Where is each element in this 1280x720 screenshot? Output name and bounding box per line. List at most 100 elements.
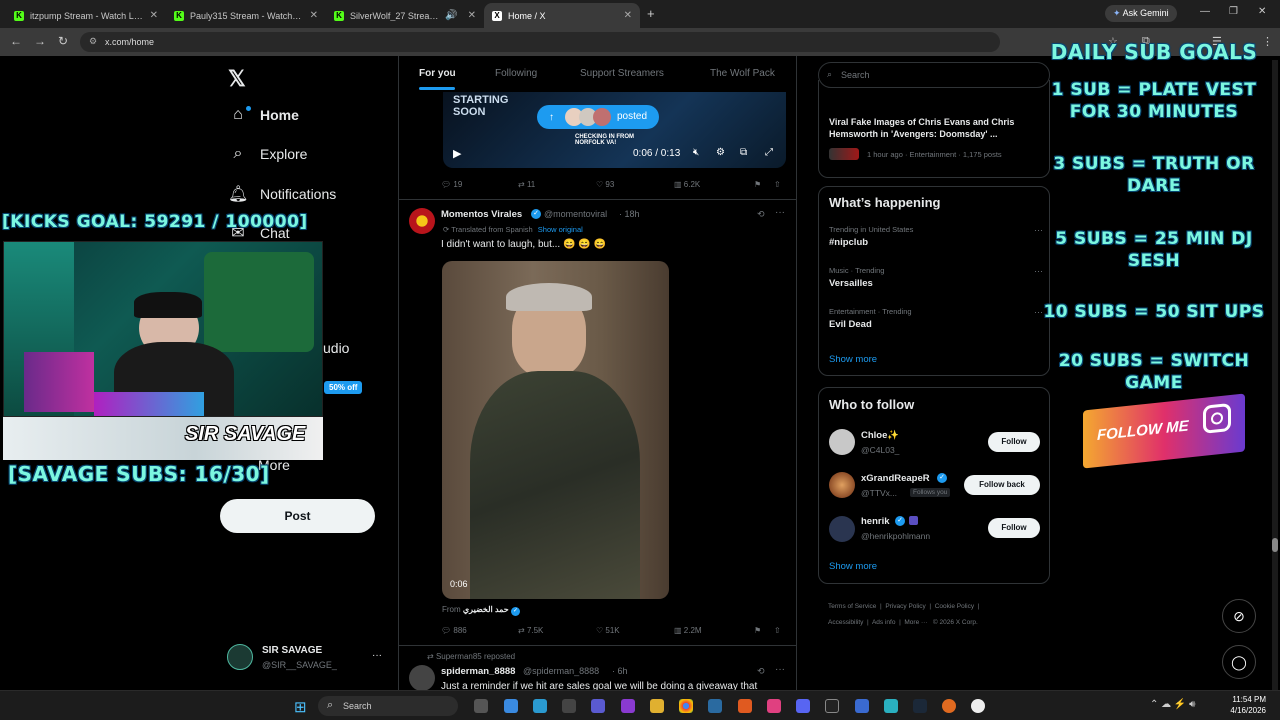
fullscreen-icon[interactable]: ⤢ <box>765 147 773 158</box>
follow-button[interactable]: Follow <box>988 432 1040 452</box>
trend-item[interactable]: Music · Trending Versailles ··· <box>829 266 1043 289</box>
more-dots-icon[interactable]: ··· <box>775 664 785 675</box>
account-name[interactable]: SIR SAVAGE <box>262 645 322 656</box>
like-button[interactable]: ♡ 51K <box>596 626 620 635</box>
mute-icon[interactable]: 🔇︎ <box>693 147 699 158</box>
sidebar-item-explore[interactable]: ⌕ Explore <box>228 145 308 163</box>
share-icon[interactable]: ⇧ <box>774 626 781 635</box>
scrollbar-thumb[interactable] <box>1272 538 1278 552</box>
tweet-author-name[interactable]: spiderman_8888 <box>441 666 515 677</box>
repost-button[interactable]: ⇄ 11 <box>518 180 535 189</box>
avatar[interactable] <box>829 429 855 455</box>
account-name[interactable]: Chloe✨ <box>861 430 899 441</box>
grok-icon[interactable]: ⟲ <box>757 666 765 677</box>
app-icon[interactable] <box>825 699 839 713</box>
new-tab-icon[interactable]: + <box>647 6 655 21</box>
url-input[interactable]: ⚙ x.com/home <box>80 32 1000 52</box>
footer-link[interactable]: Cookie Policy <box>935 603 974 610</box>
repost-button[interactable]: ⇄ 7.5K <box>518 626 543 635</box>
tweet-time[interactable]: · 18h <box>619 209 640 219</box>
app-icon[interactable] <box>855 699 869 713</box>
sidebar-item-notifications[interactable]: 🔔︎ Notifications <box>228 184 336 204</box>
app-icon[interactable] <box>767 699 781 713</box>
browser-tab-2[interactable]: K Pauly315 Stream - Watch Live o ✕ <box>166 3 326 28</box>
app-icon[interactable] <box>533 699 547 713</box>
tweet-video[interactable]: 0:06 <box>442 261 669 599</box>
window-close-icon[interactable]: ✕ <box>1258 6 1266 17</box>
reply-button[interactable]: 💬︎ 886 <box>441 626 467 635</box>
more-dots-icon[interactable]: ··· <box>372 650 382 661</box>
app-icon[interactable] <box>562 699 576 713</box>
back-icon[interactable]: ← <box>10 34 22 48</box>
chrome-icon[interactable] <box>679 699 693 713</box>
like-button[interactable]: ♡ 93 <box>596 180 614 189</box>
messages-floating-icon[interactable]: ◯ <box>1222 645 1256 679</box>
footer-link[interactable]: Accessibility <box>828 619 863 626</box>
close-icon[interactable]: ✕ <box>310 10 318 21</box>
footer-link[interactable]: More ··· <box>904 619 927 626</box>
footer-link[interactable]: Terms of Service <box>828 603 876 610</box>
bookmark-icon[interactable]: ⚑ <box>754 626 761 635</box>
bookmark-icon[interactable]: ⚑ <box>754 180 761 189</box>
show-more-link[interactable]: Show more <box>829 354 877 365</box>
tab-wolf-pack[interactable]: The Wolf Pack <box>710 68 775 79</box>
browser-tab-1[interactable]: K itzpump Stream - Watch Live o ✕ <box>6 3 166 28</box>
footer-link[interactable]: Ads info <box>872 619 896 626</box>
minimize-icon[interactable]: — <box>1200 6 1210 17</box>
x-logo-icon[interactable]: 𝕏 <box>228 66 246 92</box>
account-name[interactable]: xGrandReapeR <box>861 473 930 484</box>
app-icon[interactable] <box>708 699 722 713</box>
tweet-author-handle[interactable]: @spiderman_8888 <box>523 666 599 676</box>
show-original-link[interactable]: Show original <box>538 225 583 234</box>
app-icon[interactable] <box>621 699 635 713</box>
ask-gemini-button[interactable]: ✦ Ask Gemini <box>1105 5 1177 22</box>
account-avatar[interactable] <box>227 644 253 670</box>
settings-icon[interactable]: ⚙ <box>716 147 725 158</box>
share-icon[interactable]: ⇧ <box>774 180 781 189</box>
file-explorer-icon[interactable] <box>650 699 664 713</box>
avatar[interactable] <box>409 665 435 690</box>
browser-tab-3[interactable]: K SilverWolf_27 Stream - Watc 🔊 ✕ <box>326 3 484 28</box>
app-icon[interactable] <box>738 699 752 713</box>
tray-icons[interactable]: ⌃ ☁ ⚡ 🔊︎ <box>1150 699 1195 710</box>
grok-floating-icon[interactable]: ⊘ <box>1222 599 1256 633</box>
app-icon[interactable] <box>591 699 605 713</box>
source-account-link[interactable]: حمد الخضيري <box>463 605 509 614</box>
trend-item[interactable]: Entertainment · Trending Evil Dead ··· <box>829 307 1043 330</box>
site-info-icon[interactable]: ⚙ <box>89 36 97 47</box>
account-name[interactable]: henrik <box>861 516 890 527</box>
windows-start-icon[interactable]: ⊞ <box>294 698 307 716</box>
reply-button[interactable]: 💬︎ 19 <box>441 180 462 189</box>
tab-for-you[interactable]: For you <box>419 68 456 79</box>
tweet-time[interactable]: · 6h <box>612 666 628 676</box>
browser-tab-4[interactable]: X Home / X ✕ <box>484 3 640 28</box>
tab-following[interactable]: Following <box>495 68 537 79</box>
views-button[interactable]: ▥ 6.2K <box>674 180 700 189</box>
post-button[interactable]: Post <box>220 499 375 533</box>
discord-icon[interactable] <box>796 699 810 713</box>
sidebar-item-audio[interactable]: udio <box>323 340 349 356</box>
follow-back-button[interactable]: Follow back <box>964 475 1040 495</box>
show-more-link[interactable]: Show more <box>829 561 877 572</box>
tab-support-streamers[interactable]: Support Streamers <box>580 68 664 79</box>
tweet-author-handle[interactable]: @momentoviral <box>544 209 607 219</box>
app-icon[interactable] <box>942 699 956 713</box>
follow-button[interactable]: Follow <box>988 518 1040 538</box>
news-card[interactable]: Viral Fake Images of Chris Evans and Chr… <box>818 80 1050 178</box>
footer-link[interactable]: Privacy Policy <box>885 603 925 610</box>
obs-icon[interactable] <box>971 699 985 713</box>
maximize-icon[interactable]: ❐ <box>1229 6 1238 17</box>
close-icon[interactable]: ✕ <box>624 10 632 21</box>
scrollbar[interactable] <box>1272 60 1278 690</box>
app-icon[interactable] <box>884 699 898 713</box>
steam-icon[interactable] <box>913 699 927 713</box>
new-posts-pill[interactable]: ↑ posted <box>537 105 659 129</box>
close-icon[interactable]: ✕ <box>150 10 158 21</box>
more-dots-icon[interactable]: ··· <box>775 207 785 218</box>
sidebar-item-home[interactable]: ⌂ Home <box>228 106 299 124</box>
avatar[interactable] <box>409 208 435 234</box>
play-icon[interactable]: ▶ <box>453 147 461 160</box>
taskbar-search-input[interactable]: ⌕ Search <box>318 696 458 716</box>
news-title[interactable]: Viral Fake Images of Chris Evans and Chr… <box>829 116 1043 140</box>
speaker-icon[interactable]: 🔊 <box>445 10 457 21</box>
